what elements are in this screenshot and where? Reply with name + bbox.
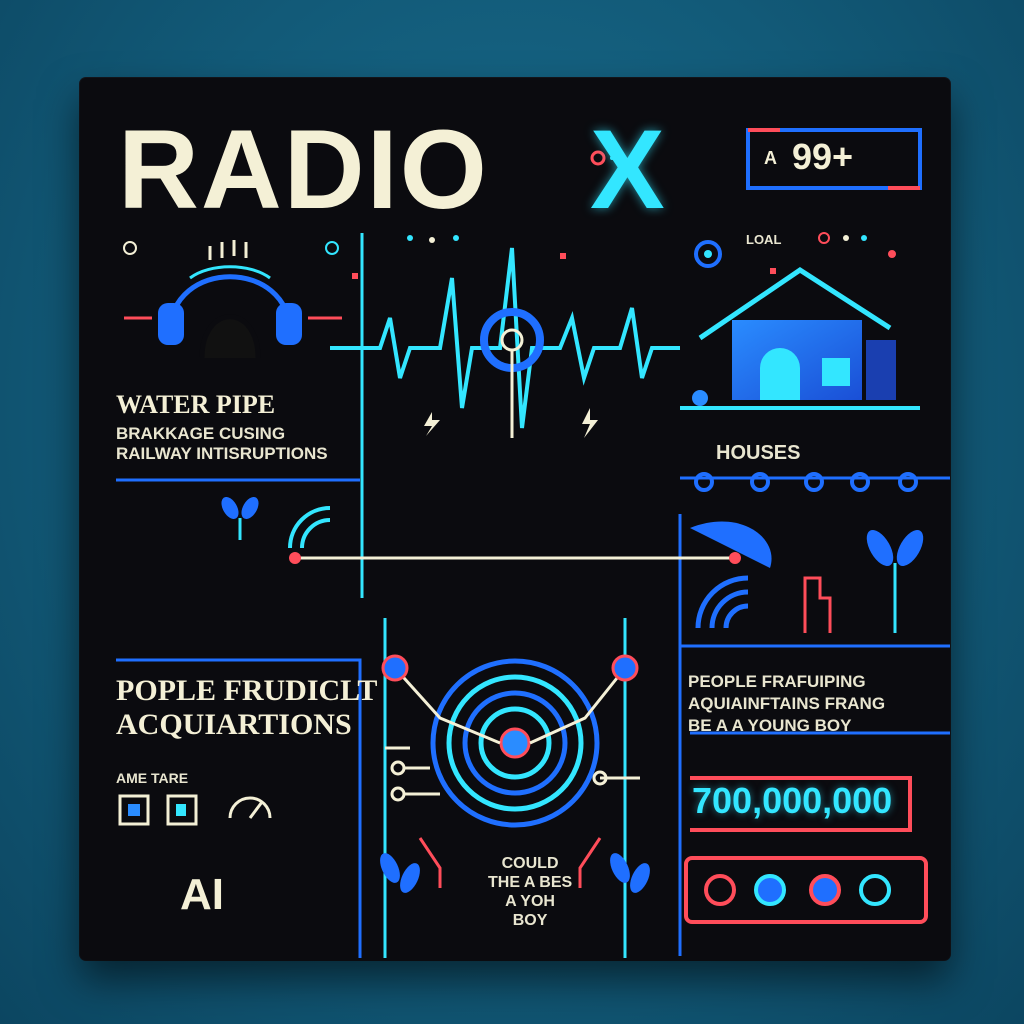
accent-dots — [352, 232, 896, 279]
top-label: LOAL — [746, 232, 782, 247]
right-text-2: AQUIAINFTAINS FRANG — [688, 694, 886, 713]
left-subhead-1: POPLE FRUDICLT — [116, 674, 378, 707]
center-caption-1: COULD — [501, 855, 559, 872]
headphones-icon — [123, 240, 342, 359]
record-knob — [480, 308, 544, 438]
title-x: X — [590, 107, 665, 232]
right-text-3: BE A A YOUNG BOY — [688, 716, 852, 735]
control-panel — [684, 856, 928, 924]
houses-dots — [694, 472, 918, 492]
water-line-2: BRAKKAGE CUSING — [116, 424, 286, 443]
poster-card: RADIO X A 99+ LOAL WATER PIPE BRAKKAGE C… — [80, 78, 950, 960]
house-icon — [680, 267, 920, 410]
badge-prefix: A — [764, 148, 777, 168]
big-number: 700,000,000 — [692, 780, 893, 821]
ai-label: AI — [180, 870, 224, 919]
title-radio: RADIO — [118, 107, 489, 232]
target-small-icon — [694, 240, 722, 268]
plant-icon-right — [866, 529, 924, 633]
center-bars — [397, 278, 641, 618]
center-caption-4: BOY — [512, 912, 548, 929]
left-subhead-2: ACQUIARTIONS — [116, 708, 352, 741]
plant-icon-left — [221, 497, 259, 540]
center-waveform — [330, 247, 680, 429]
signal-icon-left — [288, 506, 331, 549]
badge-value: 99+ — [792, 136, 854, 177]
right-text-1: PEOPLE FRAFUIPING — [688, 672, 866, 691]
record-target-icon — [381, 654, 639, 828]
center-caption-3: A YOH — [505, 893, 555, 910]
horizontal-connector — [289, 552, 741, 564]
antenna-icon — [803, 576, 832, 633]
vertical-frame — [360, 233, 627, 958]
water-headline: WATER PIPE — [116, 390, 276, 419]
houses-label: HOUSES — [716, 442, 801, 464]
small-label: AME TARE — [116, 770, 189, 786]
water-line-3: RAILWAY INTISRUPTIONS — [116, 444, 328, 463]
signal-icon-right — [695, 575, 749, 629]
small-controls — [118, 794, 272, 826]
center-caption: COULD THE A BES A YOH BOY — [488, 854, 572, 930]
center-caption-2: THE A BES — [488, 874, 573, 891]
